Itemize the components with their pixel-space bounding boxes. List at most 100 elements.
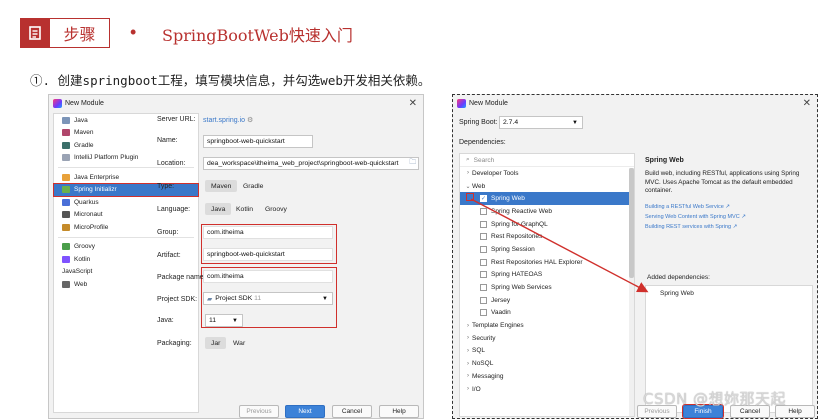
doc-link[interactable]: Building a RESTful Web Service ↗ bbox=[645, 202, 815, 212]
step-badge: 步骤 bbox=[20, 18, 110, 48]
package-name-field[interactable]: com.itheima bbox=[203, 270, 333, 283]
chevron-down-icon: ▼ bbox=[322, 295, 328, 302]
chevron-down-icon: ▼ bbox=[572, 119, 578, 126]
added-dependency-item[interactable]: Spring Web bbox=[646, 286, 812, 297]
java-label: Java: bbox=[157, 317, 174, 324]
java-version-select[interactable]: 11 ▼ bbox=[205, 314, 243, 327]
language-option-kotlin[interactable]: Kotlin bbox=[230, 203, 259, 215]
dependency-item[interactable]: Jersey bbox=[460, 294, 634, 307]
dependency-group[interactable]: › SQL bbox=[460, 345, 634, 358]
dependency-group[interactable]: › Developer Tools bbox=[460, 167, 634, 180]
dependency-checkbox[interactable] bbox=[480, 258, 487, 266]
chevron-down-icon[interactable]: ⌄ bbox=[464, 183, 472, 190]
packaging-option-jar[interactable]: Jar bbox=[205, 337, 227, 349]
dependency-checkbox[interactable] bbox=[480, 245, 487, 253]
dependency-item[interactable]: Spring Reactive Web bbox=[460, 205, 634, 218]
close-icon[interactable]: ✕ bbox=[409, 98, 417, 109]
dependency-label: Spring for GraphQL bbox=[491, 220, 548, 228]
plugin-icon bbox=[62, 154, 70, 162]
chevron-right-icon[interactable]: › bbox=[464, 373, 472, 379]
generator-item[interactable]: Spring Initializr bbox=[53, 182, 199, 197]
language-option-groovy[interactable]: Groovy bbox=[259, 203, 293, 215]
scrollbar-thumb[interactable] bbox=[629, 168, 634, 278]
dependency-group[interactable]: › Messaging bbox=[460, 370, 634, 383]
dependency-checkbox[interactable] bbox=[480, 284, 487, 292]
dependency-label: Vaadin bbox=[491, 309, 511, 317]
new-module-dialog-settings: New Module ✕ Java Maven Gradle IntelliJ Pla… bbox=[48, 94, 424, 419]
document-icon bbox=[20, 18, 50, 48]
gear-icon: ⚙ bbox=[246, 117, 254, 124]
artifact-field[interactable]: springboot-web-quickstart bbox=[203, 248, 333, 261]
artifact-label: Artifact: bbox=[157, 252, 181, 259]
server-url-link[interactable]: start.spring.io ⚙ bbox=[203, 116, 253, 124]
previous-button[interactable]: Previous bbox=[239, 405, 279, 418]
dependency-checkbox[interactable]: ✓ bbox=[480, 195, 487, 203]
chevron-right-icon[interactable]: › bbox=[464, 348, 472, 354]
dependency-group[interactable]: › Template Engines bbox=[460, 319, 634, 332]
dependency-info: Spring Web Build web, including RESTful,… bbox=[645, 153, 815, 232]
type-option-gradle[interactable]: Gradle bbox=[237, 180, 269, 192]
dependency-label: Spring Web bbox=[491, 195, 525, 203]
group-field[interactable]: com.itheima bbox=[203, 226, 333, 239]
groovy-icon bbox=[62, 243, 70, 251]
dependency-checkbox[interactable] bbox=[480, 271, 487, 279]
dependency-group[interactable]: ⌄ Web bbox=[460, 180, 634, 193]
type-option-maven[interactable]: Maven bbox=[205, 180, 238, 192]
dependency-group[interactable]: › NoSQL bbox=[460, 357, 634, 370]
dependency-item[interactable]: Spring for GraphQL bbox=[460, 218, 634, 231]
scrollbar[interactable] bbox=[629, 168, 634, 416]
dependency-checkbox[interactable] bbox=[480, 233, 487, 241]
spring-boot-version-select[interactable]: 2.7.4 ▼ bbox=[499, 116, 583, 129]
dependency-label: Spring Web Services bbox=[491, 284, 552, 292]
chevron-right-icon[interactable]: › bbox=[464, 361, 472, 367]
slide-title: SpringBootWeb快速入门 bbox=[162, 26, 353, 45]
dependency-checkbox[interactable] bbox=[480, 309, 487, 317]
dependency-item[interactable]: Spring Session bbox=[460, 243, 634, 256]
chevron-right-icon[interactable]: › bbox=[464, 386, 472, 392]
location-field[interactable]: dea_workspace\itheima_web_project\spring… bbox=[203, 157, 419, 170]
dependency-group[interactable]: › I/O bbox=[460, 383, 634, 396]
language-option-java[interactable]: Java bbox=[205, 203, 232, 215]
dependency-search[interactable]: ⌕ Search bbox=[460, 154, 634, 167]
dependency-item[interactable]: Spring Web Services bbox=[460, 281, 634, 294]
next-button[interactable]: Next bbox=[285, 405, 325, 418]
instruction-text: ①. 创建springboot工程，填写模块信息，并勾选web开发相关依赖。 bbox=[30, 73, 431, 88]
dependency-item[interactable]: Spring HATEOAS bbox=[460, 269, 634, 282]
kotlin-icon bbox=[62, 255, 70, 263]
chevron-right-icon[interactable]: › bbox=[464, 335, 472, 341]
project-sdk-select[interactable]: ▰ Project SDK 11 ▼ bbox=[203, 292, 333, 305]
server-url-label: Server URL: bbox=[157, 116, 196, 123]
dependency-group[interactable]: › Security bbox=[460, 332, 634, 345]
microprofile-icon bbox=[62, 223, 70, 231]
gradle-icon bbox=[62, 141, 70, 149]
maven-icon bbox=[62, 129, 70, 137]
generator-label: Micronaut bbox=[74, 211, 103, 219]
title-bullet: • bbox=[130, 22, 137, 42]
dependency-label: Template Engines bbox=[472, 322, 524, 330]
dialog-title: New Module bbox=[469, 100, 508, 107]
chevron-right-icon[interactable]: › bbox=[464, 323, 472, 329]
search-icon: ⌕ bbox=[466, 156, 470, 163]
generator-label: IntelliJ Platform Plugin bbox=[74, 154, 139, 162]
name-field[interactable]: springboot-web-quickstart bbox=[203, 135, 313, 148]
generator-label: Spring Initializr bbox=[74, 186, 117, 194]
packaging-option-war[interactable]: War bbox=[227, 337, 251, 349]
help-button[interactable]: Help bbox=[379, 405, 419, 418]
dependency-label: Jersey bbox=[491, 296, 511, 304]
doc-link[interactable]: Building REST services with Spring ↗ bbox=[645, 222, 815, 232]
dependency-item[interactable]: Rest Repositories bbox=[460, 230, 634, 243]
package-name-label: Package name: bbox=[157, 274, 206, 281]
chevron-right-icon[interactable]: › bbox=[464, 170, 472, 176]
close-icon[interactable]: ✕ bbox=[803, 98, 811, 109]
dependency-item[interactable]: Rest Repositories HAL Explorer bbox=[460, 256, 634, 269]
doc-link[interactable]: Serving Web Content with Spring MVC ↗ bbox=[645, 212, 815, 222]
dependency-item[interactable]: ✓ Spring Web bbox=[460, 192, 634, 206]
generator-item[interactable]: Java Enterprise bbox=[54, 171, 198, 184]
dependency-item[interactable]: Vaadin bbox=[460, 307, 634, 320]
project-sdk-label: Project SDK: bbox=[157, 296, 198, 303]
dependency-checkbox[interactable] bbox=[480, 296, 487, 304]
added-dependencies-label: Added dependencies: bbox=[647, 274, 710, 281]
dependency-checkbox[interactable] bbox=[480, 207, 487, 215]
dependency-checkbox[interactable] bbox=[480, 220, 487, 228]
cancel-button[interactable]: Cancel bbox=[332, 405, 372, 418]
